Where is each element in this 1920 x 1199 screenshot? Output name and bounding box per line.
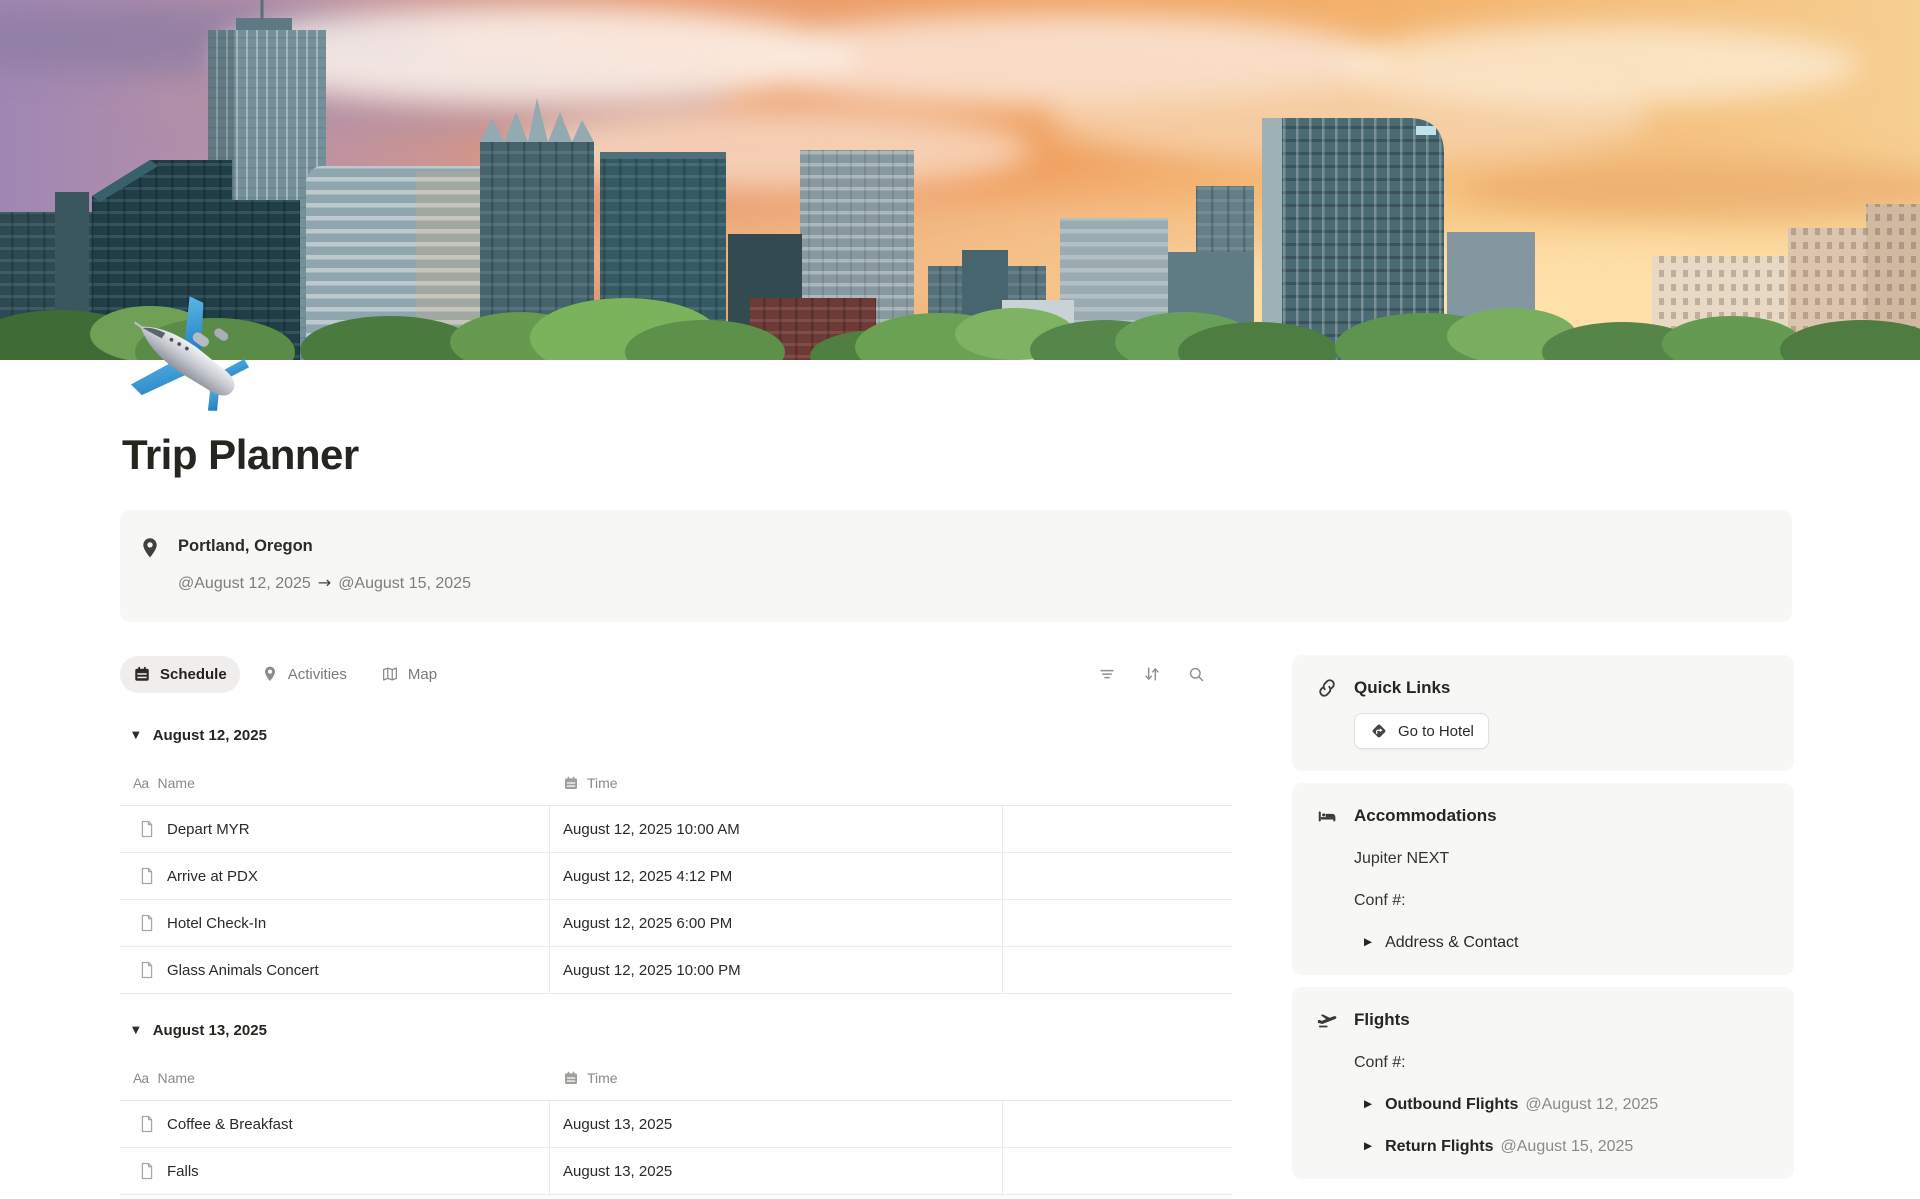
tab-activities[interactable]: Activities [248,656,360,693]
page-icon [137,866,157,886]
page-icon [137,1161,157,1181]
group-header: ▼ August 12, 2025 [120,725,1232,747]
go-to-hotel-button[interactable]: Go to Hotel [1354,713,1489,749]
quick-links-card: Quick Links Go to Hotel [1292,655,1794,771]
link-icon [1316,677,1338,699]
row-time-cell[interactable]: August 12, 2025 10:00 PM [550,947,1003,993]
column-header-name[interactable]: Aa Name [120,1070,550,1086]
calendar-icon [563,1070,579,1086]
row-empty-cell[interactable] [1003,900,1232,946]
directions-icon [1369,721,1389,741]
bed-icon [1316,805,1338,827]
group-header: ▼ August 13, 2025 [120,1020,1232,1042]
calendar-icon [563,775,579,791]
filter-icon[interactable] [1097,664,1117,684]
row-time-cell[interactable]: August 13, 2025 [550,1101,1003,1147]
page-title[interactable]: Trip Planner [122,430,1792,480]
row-time-cell[interactable]: August 12, 2025 4:12 PM [550,853,1003,899]
table-header-row: Aa Name Time [120,1056,1232,1101]
pin-icon [261,665,279,683]
page-icon [137,913,157,933]
row-name-cell[interactable]: Depart MYR [120,806,550,852]
column-header-time[interactable]: Time [550,1070,1003,1086]
row-time-cell[interactable]: August 12, 2025 6:00 PM [550,900,1003,946]
tab-map[interactable]: Map [368,656,450,693]
row-empty-cell[interactable] [1003,1148,1232,1194]
view-toolbar: Schedule Activities Map [120,655,1232,693]
row-time-cell[interactable]: August 13, 2025 [550,1148,1003,1194]
location-callout: Portland, Oregon @August 12, 2025→@Augus… [120,510,1792,622]
card-title-text: Quick Links [1354,677,1450,699]
toggle-triangle-icon: ▶ [1364,932,1372,953]
row-name-cell[interactable]: Coffee & Breakfast [120,1101,550,1147]
row-empty-cell[interactable] [1003,853,1232,899]
location-pin-icon [138,536,162,560]
column-header-time[interactable]: Time [550,775,1003,791]
group-date-label: August 12, 2025 [153,725,267,747]
schedule-group-aug-12: ▼ August 12, 2025 Aa Name Time [120,725,1232,994]
page-icon-airplane-emoji[interactable] [116,294,252,420]
page-body: Trip Planner Portland, Oregon @August 12… [0,430,1920,1195]
portland-skyline-photo [0,0,1920,360]
schedule-group-aug-13: ▼ August 13, 2025 Aa Name Time [120,1020,1232,1195]
schedule-database: Schedule Activities Map [120,655,1232,1195]
row-name-cell[interactable]: Hotel Check-In [120,900,550,946]
callout-dates: @August 12, 2025→@August 15, 2025 [178,572,471,594]
hotel-name: Jupiter NEXT [1354,848,1770,869]
table-row[interactable]: Hotel Check-In August 12, 2025 6:00 PM [120,900,1232,947]
text-property-icon: Aa [133,776,149,791]
date-mention[interactable]: @August 15, 2025 [1501,1138,1634,1155]
group-collapse-toggle[interactable]: ▼ [132,1020,140,1042]
card-title-text: Accommodations [1354,805,1497,827]
group-collapse-toggle[interactable]: ▼ [132,725,140,747]
return-flights-toggle[interactable]: ▶ Return Flights@August 15, 2025 [1364,1136,1770,1157]
page-icon [137,819,157,839]
address-contact-toggle[interactable]: ▶ Address & Contact [1364,932,1770,953]
accommodations-card: Accommodations Jupiter NEXT Conf #: ▶ Ad… [1292,783,1794,975]
row-name-cell[interactable]: Falls [120,1148,550,1194]
date-mention-start[interactable]: @August 12, 2025 [178,575,311,592]
outbound-flights-toggle[interactable]: ▶ Outbound Flights@August 12, 2025 [1364,1094,1770,1115]
card-title-text: Flights [1354,1009,1410,1031]
row-time-cell[interactable]: August 12, 2025 10:00 AM [550,806,1003,852]
row-name-cell[interactable]: Glass Animals Concert [120,947,550,993]
toggle-triangle-icon: ▶ [1364,1136,1372,1157]
confirmation-number-label: Conf #: [1354,890,1770,911]
table-row[interactable]: Glass Animals Concert August 12, 2025 10… [120,947,1232,994]
flights-card: Flights Conf #: ▶ Outbound Flights@Augus… [1292,987,1794,1179]
plane-takeoff-icon [1316,1009,1338,1031]
table-row[interactable]: Coffee & Breakfast August 13, 2025 [120,1101,1232,1148]
toggle-triangle-icon: ▶ [1364,1094,1372,1115]
date-mention[interactable]: @August 12, 2025 [1525,1096,1658,1113]
text-property-icon: Aa [133,1071,149,1086]
row-name-cell[interactable]: Arrive at PDX [120,853,550,899]
column-header-name[interactable]: Aa Name [120,775,550,791]
table-header-row: Aa Name Time [120,761,1232,806]
table-row[interactable]: Arrive at PDX August 12, 2025 4:12 PM [120,853,1232,900]
page-icon [137,1114,157,1134]
search-icon[interactable] [1187,665,1206,684]
group-date-label: August 13, 2025 [153,1020,267,1042]
arrow-right-glyph: → [311,573,338,592]
callout-location: Portland, Oregon [178,536,471,557]
map-icon [381,665,399,683]
sidebar: Quick Links Go to Hotel Accommodations J… [1292,655,1794,1179]
page-icon [137,960,157,980]
table-row[interactable]: Falls August 13, 2025 [120,1148,1232,1195]
confirmation-number-label: Conf #: [1354,1052,1770,1073]
row-empty-cell[interactable] [1003,1101,1232,1147]
date-mention-end[interactable]: @August 15, 2025 [338,575,471,592]
cover-image [0,0,1920,360]
tab-schedule[interactable]: Schedule [120,656,240,693]
row-empty-cell[interactable] [1003,947,1232,993]
table-row[interactable]: Depart MYR August 12, 2025 10:00 AM [120,806,1232,853]
sort-icon[interactable] [1142,664,1162,684]
calendar-icon [133,665,151,683]
row-empty-cell[interactable] [1003,806,1232,852]
